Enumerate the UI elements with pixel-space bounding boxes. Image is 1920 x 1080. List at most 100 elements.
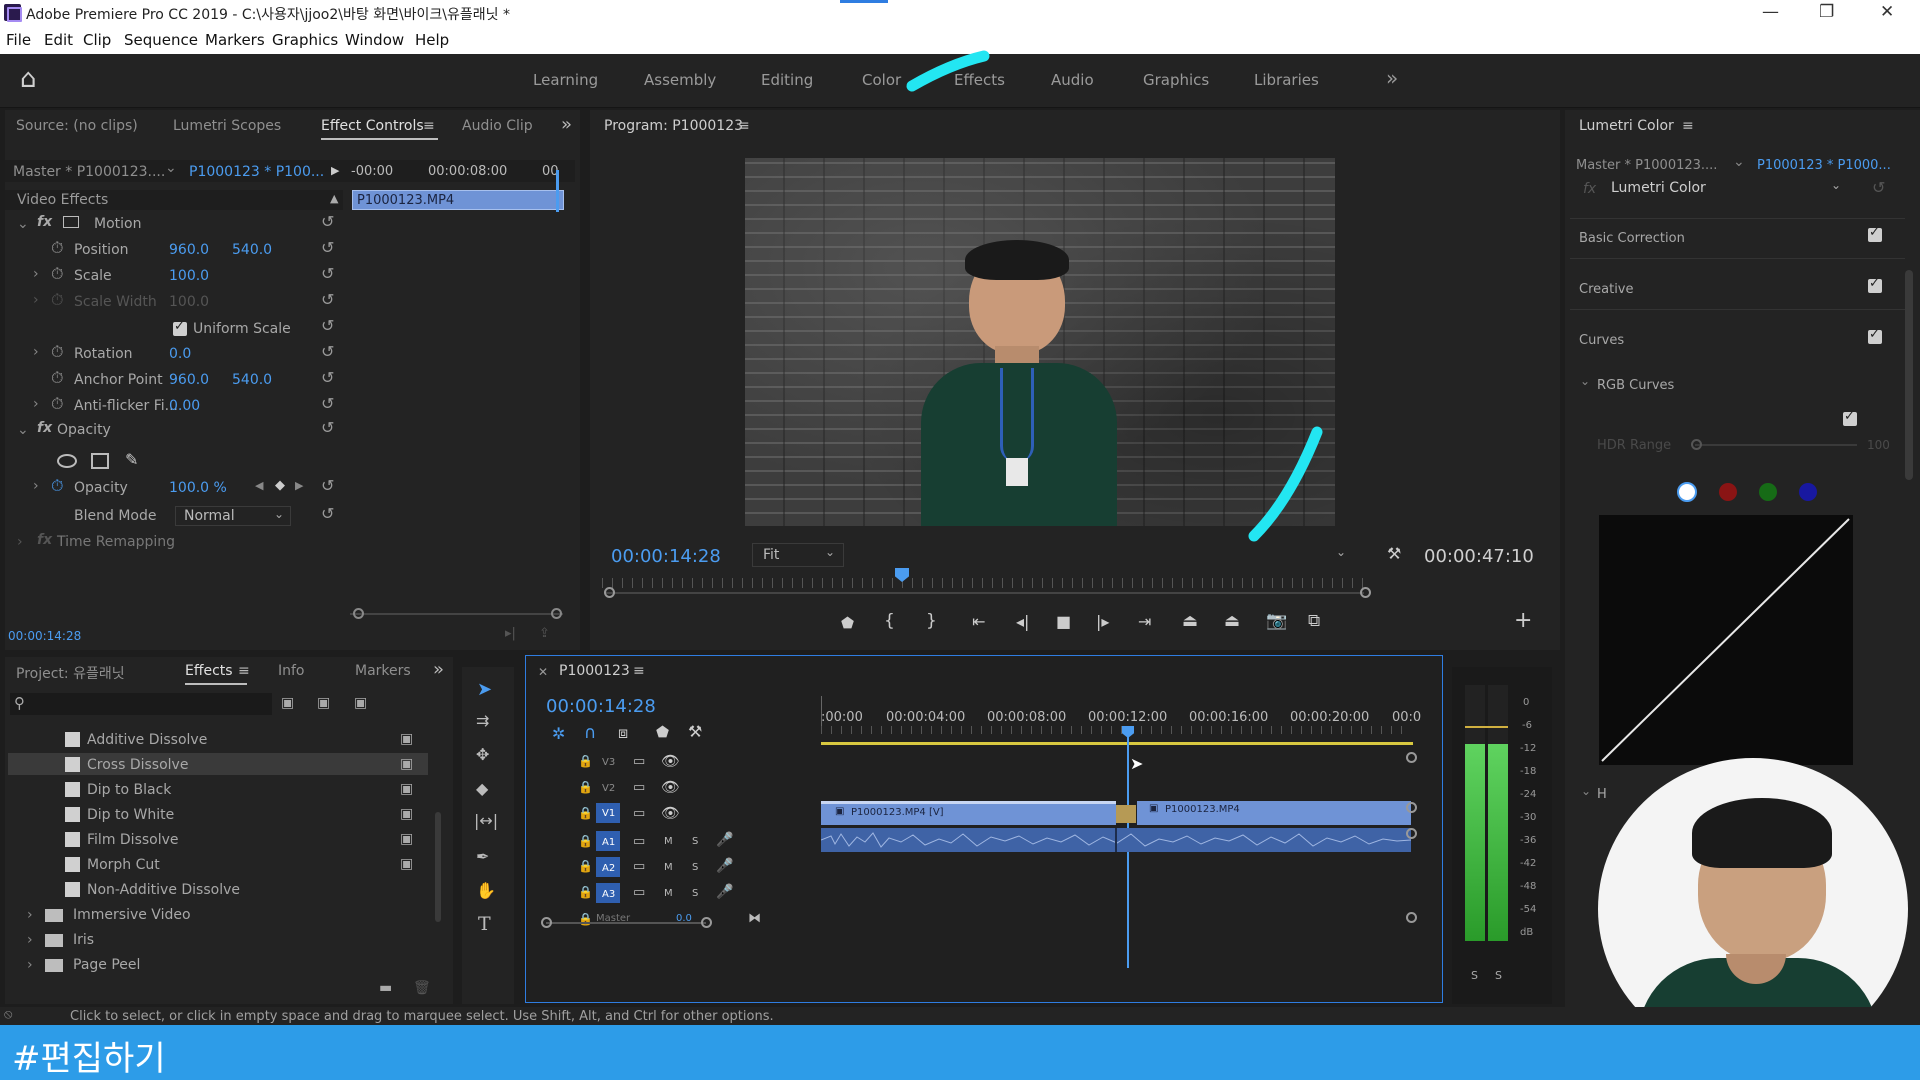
effect-item[interactable]: Non-Additive Dissolve — [87, 882, 240, 898]
luma-channel-button[interactable] — [1677, 482, 1697, 502]
effects-search-input[interactable] — [10, 693, 272, 715]
zoom-handle-left[interactable] — [541, 917, 552, 928]
hand-tool-icon[interactable]: ✋ — [476, 881, 496, 900]
slip-tool-icon[interactable]: |↔| — [474, 811, 498, 830]
pen-tool-icon[interactable]: ✒ — [476, 847, 489, 866]
selection-tool-icon[interactable]: ➤ — [477, 679, 492, 700]
lock-icon[interactable]: 🔒 — [578, 806, 593, 820]
effect-item[interactable]: Additive Dissolve — [87, 732, 207, 748]
track-a3[interactable]: A3 — [602, 889, 615, 900]
timeline-timecode[interactable]: 00:00:14:28 — [546, 696, 656, 717]
sync-lock-icon[interactable]: ▭ — [633, 885, 645, 900]
yuv-effects-icon[interactable]: ▣ — [354, 695, 367, 711]
effects-menu-icon[interactable]: ≡ — [238, 663, 250, 679]
vscroll-handle[interactable] — [1406, 752, 1417, 763]
tab-markers[interactable]: Markers — [355, 663, 411, 679]
curves-checkbox[interactable] — [1868, 327, 1882, 344]
razor-tool-icon[interactable]: ◆ — [476, 779, 488, 798]
folder-item[interactable]: Page Peel — [73, 957, 140, 973]
trash-icon[interactable]: 🗑 — [413, 980, 431, 996]
lock-icon[interactable]: 🔒 — [578, 834, 593, 848]
header-scrollbar[interactable] — [546, 922, 706, 924]
snap-icon[interactable]: ✲ — [552, 724, 565, 743]
solo-button[interactable]: S — [692, 888, 698, 899]
tab-effects[interactable]: Effects — [185, 663, 247, 685]
tab-info[interactable]: Info — [278, 663, 305, 679]
effect-item[interactable]: Dip to Black — [87, 782, 171, 798]
effect-item[interactable]: Film Dissolve — [87, 832, 179, 848]
video-clip-a[interactable]: P1000123.MP4 [V] ▣ — [821, 801, 1116, 825]
creative-checkbox[interactable] — [1868, 276, 1882, 293]
add-marker-icon[interactable]: ⬟ — [656, 723, 669, 741]
sync-lock-icon[interactable]: ▭ — [633, 859, 645, 874]
reset-icon[interactable]: ↺ — [1872, 178, 1885, 197]
lock-icon[interactable]: 🔒 — [578, 754, 593, 768]
sync-lock-icon[interactable]: ▭ — [633, 754, 645, 769]
lumetri-scrollbar[interactable] — [1905, 270, 1913, 480]
effects-scrollbar[interactable] — [435, 812, 441, 922]
lock-icon[interactable]: 🔒 — [578, 885, 593, 899]
mic-icon[interactable]: 🎤 — [716, 884, 733, 900]
track-height-handle[interactable] — [1406, 802, 1417, 813]
rgb-curves-label[interactable]: RGB Curves — [1597, 378, 1674, 393]
solo-left-button[interactable]: S — [1471, 969, 1478, 982]
mic-icon[interactable]: 🎤 — [716, 858, 733, 874]
track-height-handle[interactable] — [1406, 828, 1417, 839]
effect-item[interactable]: Dip to White — [87, 807, 174, 823]
sync-lock-icon[interactable]: ▭ — [633, 834, 645, 849]
effect-item[interactable]: Morph Cut — [87, 857, 160, 873]
lumetri-clip-link[interactable]: P1000123 * P1000... — [1757, 158, 1891, 173]
track-height-handle[interactable] — [1406, 912, 1417, 923]
hue-saturation-label[interactable]: H — [1597, 787, 1607, 802]
32bit-effects-icon[interactable]: ▣ — [317, 695, 330, 711]
more-tabs-icon[interactable]: » — [433, 659, 444, 680]
track-a1[interactable]: A1 — [602, 837, 615, 848]
ripple-edit-tool-icon[interactable]: ✥ — [476, 745, 489, 764]
lumetri-effect-dropdown[interactable]: Lumetri Color ⌄ — [1605, 178, 1845, 198]
solo-button[interactable]: S — [692, 862, 698, 873]
zoom-handle-right[interactable] — [701, 917, 712, 928]
sync-lock-icon[interactable]: ▭ — [633, 780, 645, 795]
folder-item[interactable]: Immersive Video — [73, 907, 191, 923]
solo-button[interactable]: S — [692, 836, 698, 847]
mute-button[interactable]: M — [664, 836, 673, 847]
red-channel-button[interactable] — [1719, 483, 1737, 501]
zoom-to-sequence-icon[interactable]: ⧓ — [748, 911, 761, 926]
linked-selection-icon[interactable]: ∩ — [584, 723, 596, 743]
creative-section[interactable]: Creative — [1579, 282, 1634, 297]
sequence-menu-icon[interactable]: ≡ — [633, 663, 645, 679]
lumetri-menu-icon[interactable]: ≡ — [1682, 118, 1694, 134]
rgb-curves-checkbox[interactable] — [1843, 409, 1857, 426]
tab-project[interactable]: Project: 유플래닛 — [16, 663, 125, 683]
video-clip-b[interactable]: P1000123.MP4 ▣ — [1137, 801, 1411, 825]
track-select-tool-icon[interactable]: ⇉ — [476, 711, 489, 730]
timeline-settings-icon[interactable]: ⚒ — [688, 722, 702, 741]
basic-correction-checkbox[interactable] — [1868, 225, 1882, 242]
new-bin-icon[interactable]: ▬ — [379, 980, 392, 996]
eye-icon[interactable]: 👁 — [661, 804, 680, 822]
mic-icon[interactable]: 🎤 — [716, 832, 733, 848]
mute-button[interactable]: M — [664, 862, 673, 873]
transition-cross-dissolve[interactable] — [1116, 805, 1136, 823]
close-sequence-icon[interactable]: ✕ — [538, 665, 548, 679]
basic-correction-section[interactable]: Basic Correction — [1579, 231, 1685, 246]
timeline-playhead[interactable] — [1127, 736, 1129, 968]
green-channel-button[interactable] — [1759, 483, 1777, 501]
sync-lock-icon[interactable]: ▭ — [633, 806, 645, 821]
track-v2[interactable]: V2 — [602, 783, 615, 794]
mute-button[interactable]: M — [664, 888, 673, 899]
folder-item[interactable]: Iris — [73, 932, 94, 948]
eye-icon[interactable]: 👁 — [661, 752, 680, 770]
type-tool-icon[interactable]: T — [478, 913, 491, 935]
work-area-bar[interactable] — [821, 742, 1413, 745]
track-v1[interactable]: V1 — [602, 808, 615, 819]
accelerated-effects-icon[interactable]: ▣ — [281, 695, 294, 711]
nest-icon[interactable]: ⧈ — [618, 723, 628, 743]
curve-graph[interactable] — [1599, 515, 1853, 765]
effect-item[interactable]: Cross Dissolve — [87, 757, 188, 773]
track-a2[interactable]: A2 — [602, 863, 615, 874]
eye-icon[interactable]: 👁 — [661, 778, 680, 796]
blue-channel-button[interactable] — [1799, 483, 1817, 501]
lock-icon[interactable]: 🔒 — [578, 780, 593, 794]
solo-right-button[interactable]: S — [1495, 969, 1502, 982]
